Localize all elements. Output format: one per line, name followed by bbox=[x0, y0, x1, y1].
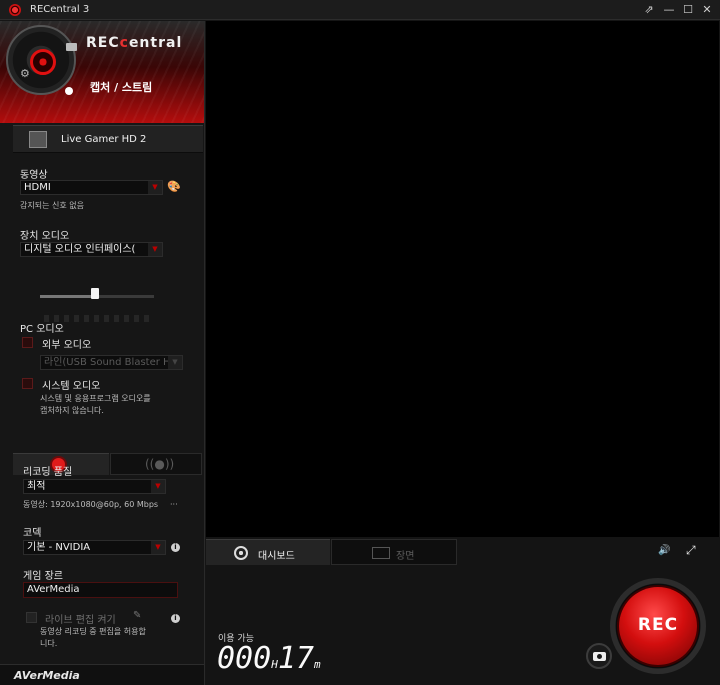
capture-device-icon bbox=[29, 131, 47, 148]
codec-label: 코덱 bbox=[23, 528, 42, 539]
stream-icon: ((●)) bbox=[145, 457, 175, 471]
system-audio-checkbox[interactable] bbox=[22, 378, 33, 389]
chevron-down-icon: ▼ bbox=[151, 541, 165, 554]
dashboard-panel: 대시보드 장면 🔊 ⤢ 이용 가능 000H17m REC bbox=[206, 537, 720, 685]
info-icon[interactable]: i bbox=[171, 614, 180, 623]
volume-fill bbox=[40, 295, 95, 298]
volume-icon[interactable]: 🔊 bbox=[658, 545, 670, 556]
record-dial-icon bbox=[30, 49, 56, 75]
chevron-down-icon: ▼ bbox=[151, 480, 165, 493]
quality-more-button[interactable]: ··· bbox=[170, 499, 178, 511]
video-source-select[interactable]: HDMI ▼ bbox=[20, 180, 163, 195]
available-time: 000H17m bbox=[217, 641, 321, 676]
fullscreen-icon[interactable]: ⤢ bbox=[686, 543, 696, 558]
pc-audio-label: PC 오디오 bbox=[20, 324, 64, 335]
mode-label: 캡처 / 스트림 bbox=[90, 81, 153, 94]
rec-button-ring: REC bbox=[610, 578, 706, 674]
tab-streaming[interactable]: ((●)) bbox=[110, 453, 202, 475]
volume-slider-handle[interactable] bbox=[90, 288, 99, 299]
quality-detail: 동영상: 1920x1080@60p, 60 Mbps bbox=[23, 500, 159, 509]
tab-scene[interactable]: 장면 bbox=[331, 539, 457, 565]
device-audio-select[interactable]: 디지털 오디오 인터페이스(▼ bbox=[20, 242, 163, 257]
dashboard-icon bbox=[234, 546, 248, 560]
camera-icon bbox=[593, 652, 606, 661]
tab-scene-label: 장면 bbox=[396, 551, 415, 562]
external-audio-select[interactable]: 라인(USB Sound Blaster HI ▼ bbox=[40, 355, 183, 370]
live-edit-note: 동영상 리코딩 중 편집을 허용합 니다. bbox=[40, 627, 146, 648]
device-selector[interactable]: Live Gamer HD 2 bbox=[13, 125, 203, 153]
minimize-button[interactable]: — bbox=[660, 2, 678, 18]
mode-dial[interactable]: ⚙ bbox=[6, 25, 77, 95]
pen-icon: ✎ bbox=[133, 610, 142, 621]
sidebar: ⚙ RECcentral 캡처 / 스트림 Live Gamer HD 2 동영… bbox=[0, 21, 205, 685]
brand-logo: RECcentral bbox=[86, 35, 183, 51]
external-audio-checkbox[interactable] bbox=[22, 337, 33, 348]
tab-dashboard[interactable]: 대시보드 bbox=[206, 539, 330, 565]
maximize-button[interactable]: ☐ bbox=[679, 2, 697, 18]
genre-label: 게임 장르 bbox=[23, 571, 63, 582]
window-title: RECentral 3 bbox=[30, 4, 90, 15]
audio-level-meter bbox=[44, 312, 156, 322]
codec-select[interactable]: 기본 - NVIDIA ▼ bbox=[23, 540, 166, 555]
quality-select[interactable]: 최적 ▼ bbox=[23, 479, 166, 494]
video-preview[interactable] bbox=[206, 21, 719, 537]
info-icon[interactable]: i bbox=[171, 543, 180, 552]
video-status: 감지되는 신호 없음 bbox=[20, 201, 84, 210]
avermedia-logo: AVerMedia bbox=[0, 664, 204, 685]
live-edit-checkbox[interactable] bbox=[26, 612, 37, 623]
mini-mode-icon[interactable]: ⇗ bbox=[640, 2, 658, 18]
chevron-down-icon: ▼ bbox=[168, 356, 182, 369]
device-name: Live Gamer HD 2 bbox=[61, 134, 147, 145]
scene-icon bbox=[372, 547, 390, 559]
live-edit-label: 라이브 편집 켜기 bbox=[45, 615, 116, 626]
palette-icon[interactable]: 🎨 bbox=[167, 180, 181, 193]
system-audio-note: 시스템 및 응용프로그램 오디오를 캡처하지 않습니다. bbox=[40, 394, 151, 415]
device-audio-label: 장치 오디오 bbox=[20, 231, 70, 242]
mode-header: ⚙ RECcentral 캡처 / 스트림 bbox=[0, 21, 204, 123]
chevron-down-icon: ▼ bbox=[148, 243, 162, 256]
rec-button[interactable]: REC bbox=[619, 587, 697, 665]
close-button[interactable]: ✕ bbox=[698, 2, 716, 18]
rec-label: REC bbox=[637, 615, 679, 635]
system-audio-label: 시스템 오디오 bbox=[42, 381, 101, 392]
tab-dashboard-label: 대시보드 bbox=[258, 551, 295, 562]
app-logo-icon bbox=[9, 4, 21, 16]
video-label: 동영상 bbox=[20, 170, 48, 181]
quality-label: 리코딩 품질 bbox=[23, 467, 73, 478]
external-audio-label: 외부 오디오 bbox=[42, 340, 92, 351]
title-bar: RECentral 3 ⇗ — ☐ ✕ bbox=[0, 0, 720, 20]
folder-icon[interactable] bbox=[66, 43, 77, 51]
capture-icon[interactable] bbox=[65, 87, 73, 95]
genre-field[interactable]: AVerMedia bbox=[23, 582, 178, 598]
snapshot-button[interactable] bbox=[586, 643, 612, 669]
chevron-down-icon: ▼ bbox=[148, 181, 162, 194]
gear-icon[interactable]: ⚙ bbox=[20, 67, 30, 80]
